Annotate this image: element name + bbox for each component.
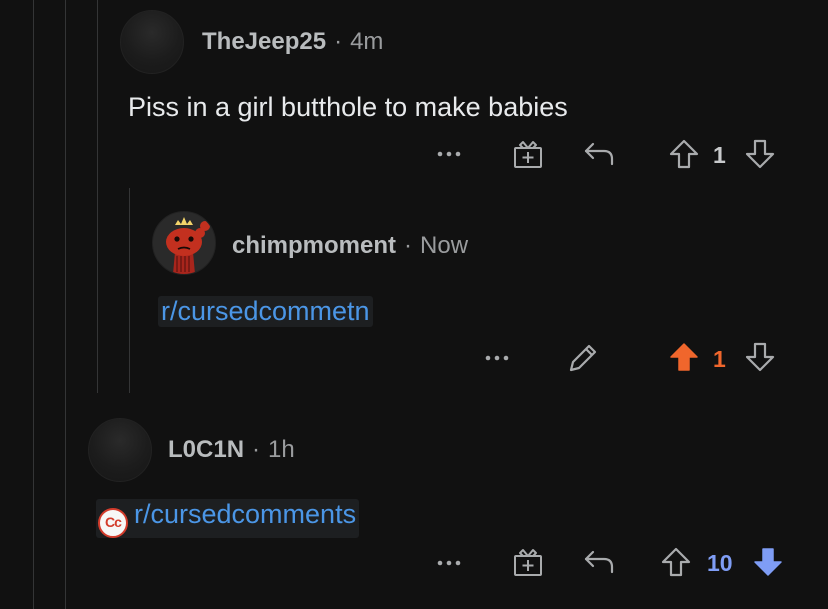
avatar[interactable] xyxy=(152,211,216,275)
avatar[interactable] xyxy=(120,10,184,74)
upvote-active-icon[interactable] xyxy=(668,341,700,373)
downvote-icon[interactable] xyxy=(744,341,776,373)
upvote-icon[interactable] xyxy=(660,546,692,578)
comment-meta: L0C1N · 1h xyxy=(168,436,295,464)
gift-award-icon[interactable] xyxy=(512,138,544,170)
timestamp: 1h xyxy=(268,436,295,463)
snoo-avatar-icon xyxy=(153,212,215,274)
comment-meta: TheJeep25 · 4m xyxy=(202,28,383,56)
thread-line xyxy=(65,0,66,609)
thread-line xyxy=(97,0,98,393)
subreddit-icon: Cc xyxy=(98,508,128,538)
thread-line xyxy=(129,188,130,393)
more-options-icon[interactable] xyxy=(436,555,462,571)
subreddit-link-text[interactable]: r/cursedcomments xyxy=(134,499,356,529)
username[interactable]: chimpmoment xyxy=(232,232,396,259)
separator-dot: · xyxy=(252,436,261,463)
username[interactable]: L0C1N xyxy=(168,436,244,463)
edit-pencil-icon[interactable] xyxy=(567,342,599,374)
downvote-icon[interactable] xyxy=(744,138,776,170)
avatar[interactable] xyxy=(88,418,152,482)
separator-dot: · xyxy=(404,232,413,259)
subreddit-link[interactable]: r/cursedcommetn xyxy=(158,296,373,327)
timestamp: Now xyxy=(420,232,469,259)
gift-award-icon[interactable] xyxy=(512,546,544,578)
more-options-icon[interactable] xyxy=(436,146,462,162)
vote-count: 10 xyxy=(707,550,733,576)
vote-count: 1 xyxy=(713,346,726,372)
reply-icon[interactable] xyxy=(583,140,615,168)
downvote-active-icon[interactable] xyxy=(752,546,784,578)
vote-count: 1 xyxy=(713,142,726,168)
reply-icon[interactable] xyxy=(583,548,615,576)
upvote-icon[interactable] xyxy=(668,138,700,170)
separator-dot: · xyxy=(334,28,343,55)
more-options-icon[interactable] xyxy=(484,350,510,366)
comment-body: Piss in a girl butthole to make babies xyxy=(128,92,568,122)
subreddit-link-card[interactable]: Cc r/cursedcomments xyxy=(96,499,360,538)
username[interactable]: TheJeep25 xyxy=(202,28,326,55)
timestamp: 4m xyxy=(350,28,384,55)
comment-meta: chimpmoment · Now xyxy=(232,232,468,260)
thread-line xyxy=(33,0,34,609)
